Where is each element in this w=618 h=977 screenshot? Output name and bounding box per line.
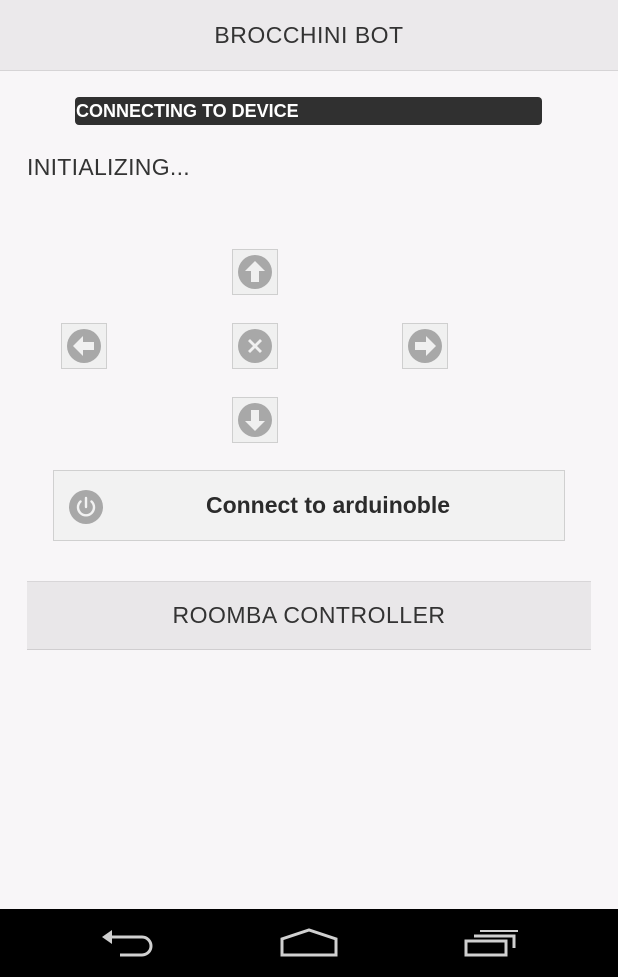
recents-icon: [464, 930, 518, 957]
title-bar: BROCCHINI BOT: [0, 0, 618, 71]
nav-recents-button[interactable]: [430, 909, 550, 977]
home-icon: [280, 928, 338, 957]
status-message: INITIALIZING...: [27, 154, 190, 180]
move-left-button[interactable]: [61, 323, 107, 369]
arrow-right-circle-icon: [408, 329, 442, 363]
app-screen: BROCCHINI BOT CONNECTING TO DEVICE INITI…: [0, 0, 618, 977]
close-circle-icon: [238, 329, 272, 363]
arrow-left-circle-icon: [67, 329, 101, 363]
arrow-up-circle-icon: [238, 255, 272, 289]
stop-button[interactable]: [232, 323, 278, 369]
nav-home-button[interactable]: [249, 909, 369, 977]
roomba-controller-button[interactable]: ROOMBA CONTROLLER: [27, 581, 591, 650]
status-toast: CONNECTING TO DEVICE: [75, 97, 542, 125]
app-title: BROCCHINI BOT: [214, 21, 404, 48]
system-nav-bar: [0, 909, 618, 977]
back-icon: [102, 930, 153, 957]
move-right-button[interactable]: [402, 323, 448, 369]
connect-device-button[interactable]: Connect to arduinoble: [53, 470, 565, 541]
move-up-button[interactable]: [232, 249, 278, 295]
arrow-down-circle-icon: [238, 403, 272, 437]
connect-button-label: Connect to arduinoble: [205, 492, 451, 518]
move-down-button[interactable]: [232, 397, 278, 443]
nav-back-button[interactable]: [68, 909, 188, 977]
